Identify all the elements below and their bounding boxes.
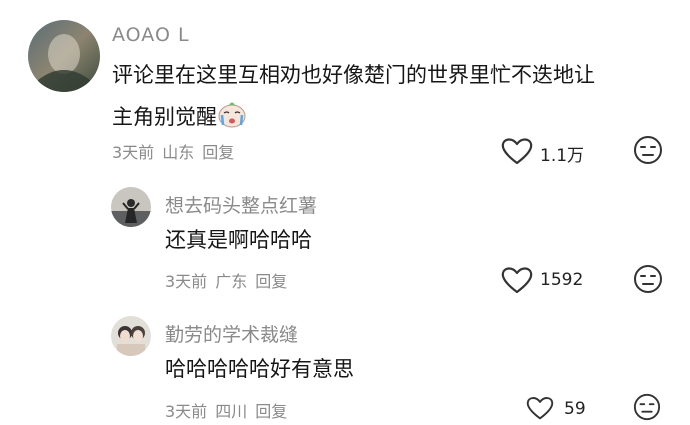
comment-text: 哈哈哈哈哈好有意思 bbox=[165, 357, 354, 381]
heart-outline-icon bbox=[526, 397, 554, 420]
comment-author[interactable]: 想去码头整点红薯 bbox=[165, 191, 317, 218]
avatar-image bbox=[111, 187, 151, 227]
reply-button[interactable]: 回复 bbox=[255, 398, 287, 422]
unhappy-face-icon bbox=[634, 265, 662, 293]
dislike-button[interactable] bbox=[633, 264, 663, 298]
avatar[interactable] bbox=[111, 187, 151, 227]
comment-time: 3天前 bbox=[165, 402, 208, 421]
heart-outline-icon bbox=[501, 138, 533, 165]
dislike-button[interactable] bbox=[633, 135, 663, 169]
comment-text: 还真是啊哈哈哈 bbox=[165, 228, 312, 252]
comment-time: 3天前 bbox=[112, 143, 155, 162]
avatar-image bbox=[111, 316, 151, 356]
reply-button[interactable]: 回复 bbox=[202, 139, 234, 163]
crying-emoji-icon bbox=[217, 100, 247, 142]
comment-meta: 3天前 四川 回复 bbox=[165, 398, 287, 422]
like-button[interactable] bbox=[500, 136, 534, 170]
comment-author[interactable]: 勤劳的学术裁缝 bbox=[165, 320, 298, 347]
comment-location: 四川 bbox=[215, 402, 248, 421]
comment-location: 广东 bbox=[215, 272, 248, 291]
reply-button[interactable]: 回复 bbox=[255, 268, 287, 292]
unhappy-face-icon bbox=[634, 136, 662, 164]
comment-text: 评论里在这里互相劝也好像楚门的世界里忙不迭地让 主角别觉醒 bbox=[112, 54, 595, 142]
avatar[interactable] bbox=[111, 316, 151, 356]
comment-text-fragment: 主角别觉醒 bbox=[112, 105, 217, 129]
dislike-button[interactable] bbox=[633, 393, 661, 425]
like-count: 1592 bbox=[540, 270, 584, 290]
like-count: 1.1万 bbox=[540, 146, 585, 166]
comment-author[interactable]: AOAO L bbox=[112, 24, 190, 46]
avatar[interactable] bbox=[28, 20, 100, 92]
comment-text-line: 评论里在这里互相劝也好像楚门的世界里忙不迭地让 bbox=[112, 63, 595, 87]
avatar-image bbox=[28, 20, 100, 92]
comment-time: 3天前 bbox=[165, 272, 208, 291]
like-button[interactable] bbox=[500, 265, 534, 299]
unhappy-face-icon bbox=[633, 393, 661, 421]
heart-outline-icon bbox=[501, 267, 533, 294]
comment-location: 山东 bbox=[162, 143, 195, 162]
comment-meta: 3天前 广东 回复 bbox=[165, 268, 287, 292]
like-count: 59 bbox=[564, 399, 586, 419]
comment-meta: 3天前 山东 回复 bbox=[112, 139, 234, 163]
